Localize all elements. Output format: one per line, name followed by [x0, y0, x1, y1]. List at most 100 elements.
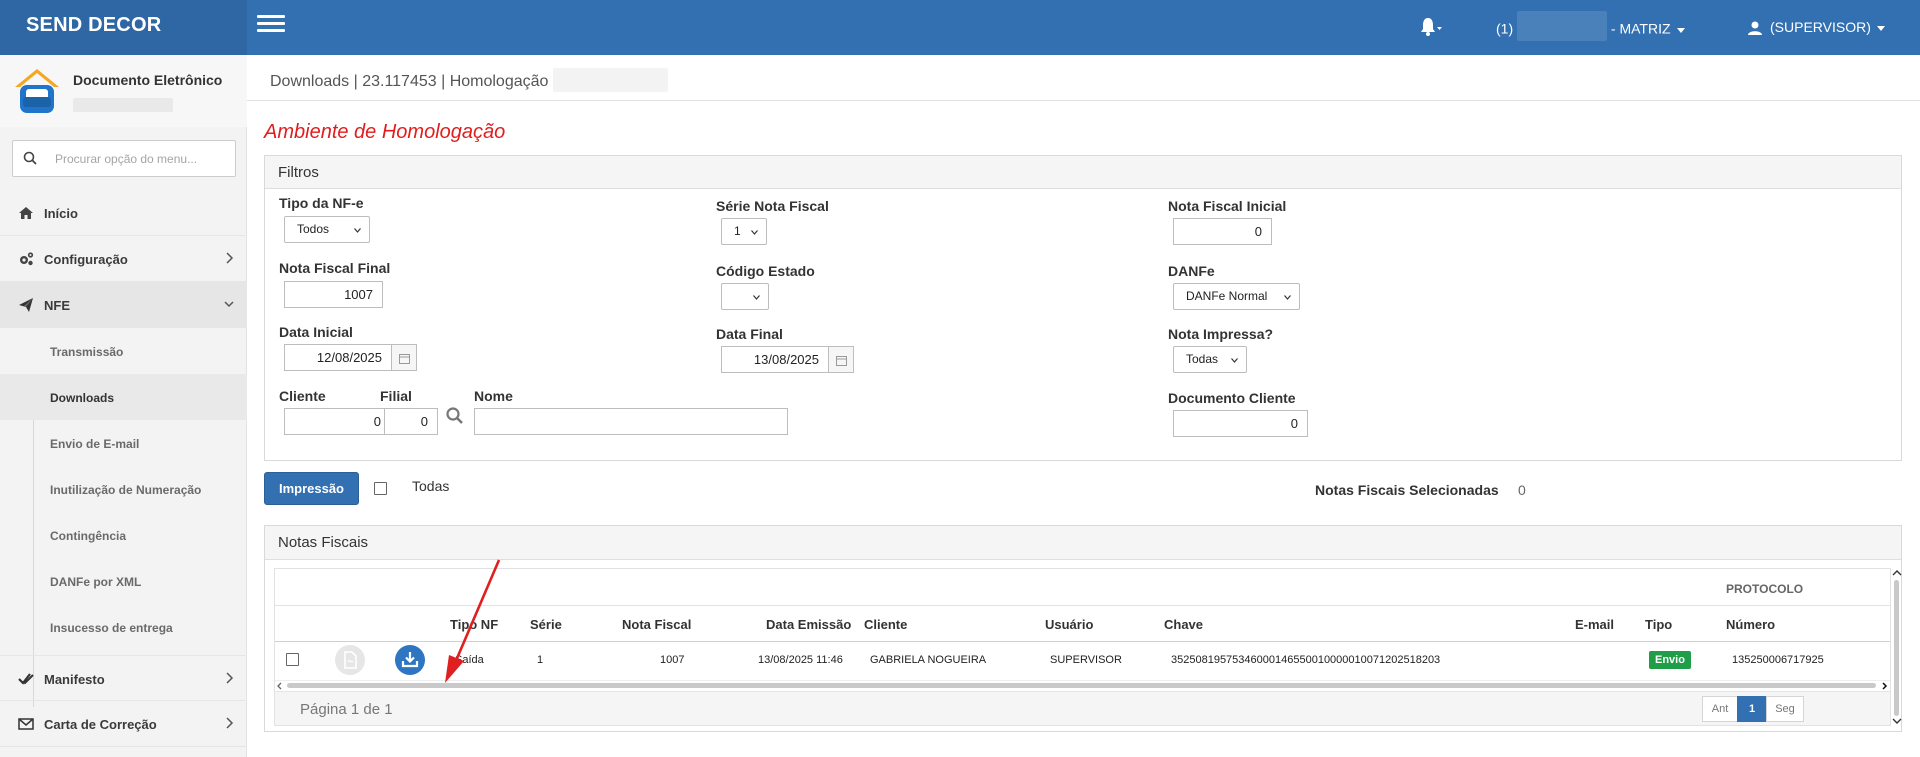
user-menu[interactable]: (SUPERVISOR)	[1748, 19, 1885, 36]
serie-label: Série Nota Fiscal	[716, 198, 829, 214]
select-all-checkbox[interactable]	[374, 482, 387, 495]
cliente-input[interactable]: 0	[284, 408, 391, 435]
brand-logo[interactable]: SEND DECOR	[0, 0, 247, 55]
notification-bell-icon[interactable]	[1418, 15, 1444, 39]
print-button[interactable]: Impressão	[264, 472, 359, 505]
col-numero[interactable]: Número	[1726, 617, 1775, 632]
col-chave[interactable]: Chave	[1164, 617, 1203, 632]
codigo-estado-select[interactable]	[721, 283, 769, 310]
chevron-right-icon[interactable]	[1880, 682, 1888, 690]
col-nota-fiscal[interactable]: Nota Fiscal	[622, 617, 691, 632]
chevron-down-icon[interactable]	[1892, 717, 1902, 725]
page-info: Página 1 de 1	[300, 701, 393, 718]
documento-cliente-input[interactable]: 0	[1173, 410, 1308, 437]
environment-title: Ambiente de Homologação	[264, 121, 506, 143]
submenu-item-inutilizacao[interactable]: Inutilização de Numeração	[0, 466, 247, 512]
vertical-scrollbar[interactable]	[1892, 568, 1902, 726]
main-content: Downloads | 23.117453 | Homologação Ambi…	[247, 55, 1920, 757]
sidebar-item-manifesto[interactable]: Manifesto	[0, 655, 247, 701]
gears-icon	[20, 252, 34, 266]
table-row[interactable]: Saída 1 1007 13/08/2025 11:46 GABRIELA N…	[275, 642, 1890, 679]
chevron-right-icon	[226, 672, 234, 684]
sidebar-item-label: Configuração	[44, 252, 128, 267]
calendar-icon[interactable]	[828, 346, 854, 373]
submenu-item-contingencia[interactable]: Contingência	[0, 512, 247, 558]
danfe-value: DANFe Normal	[1186, 289, 1268, 303]
data-final-input[interactable]: 13/08/2025	[721, 346, 829, 373]
menu-search-input[interactable]	[55, 149, 225, 169]
sidebar-item-nfe[interactable]: NFE	[0, 282, 247, 328]
nota-impressa-label: Nota Impressa?	[1168, 326, 1274, 342]
scrollbar-thumb[interactable]	[287, 683, 1876, 688]
submenu-item-label: Insucesso de entrega	[50, 621, 173, 635]
cell-serie: 1	[537, 654, 544, 666]
filters-panel-title: Filtros	[265, 156, 1901, 189]
status-badge: Envio	[1649, 651, 1691, 669]
col-email[interactable]: E-mail	[1575, 617, 1614, 632]
app-logo-icon	[12, 67, 62, 115]
horizontal-scrollbar[interactable]	[275, 680, 1890, 690]
cliente-label: Cliente	[279, 388, 326, 404]
chevron-left-icon[interactable]	[276, 682, 284, 690]
sidebar-item-carta-correcao[interactable]: Carta de Correção	[0, 701, 247, 747]
serie-select[interactable]: 1	[721, 218, 767, 245]
submenu-item-danfe-xml[interactable]: DANFe por XML	[0, 558, 247, 604]
scrollbar-thumb[interactable]	[1894, 580, 1899, 716]
sidebar-title: Documento Eletrônico	[73, 72, 223, 88]
tipo-nfe-select[interactable]: Todos	[284, 216, 370, 243]
table-footer: Página 1 de 1 Ant 1 Seg	[275, 691, 1890, 725]
filial-input[interactable]: 0	[384, 408, 438, 435]
chevron-right-icon	[226, 717, 234, 729]
sidebar-item-configuracao[interactable]: Configuração	[0, 236, 247, 282]
col-tipo[interactable]: Tipo	[1645, 617, 1672, 632]
sidebar: Documento Eletrônico Início Configuração…	[0, 55, 247, 757]
hamburger-menu-icon[interactable]	[257, 15, 285, 37]
sidebar-item-label: Manifesto	[44, 672, 105, 687]
col-serie[interactable]: Série	[530, 617, 562, 632]
sidebar-item-label: NFE	[44, 298, 70, 313]
filial-label: Filial	[380, 388, 412, 404]
pager-next-button[interactable]: Seg	[1766, 696, 1804, 722]
submenu-item-insucesso[interactable]: Insucesso de entrega	[0, 604, 247, 650]
cell-cliente: GABRIELA NOGUEIRA	[870, 654, 987, 666]
chevron-up-icon[interactable]	[1892, 569, 1902, 577]
chevron-down-icon	[1876, 25, 1885, 31]
submenu-item-label: Contingência	[50, 529, 127, 543]
sidebar-item-inicio[interactable]: Início	[0, 190, 247, 236]
data-inicial-label: Data Inicial	[279, 324, 353, 340]
data-inicial-input[interactable]: 12/08/2025	[284, 344, 392, 371]
danfe-select[interactable]: DANFe Normal	[1173, 283, 1300, 310]
nf-final-input[interactable]: 1007	[284, 281, 383, 308]
chevron-down-icon	[751, 230, 758, 235]
cell-nota-fiscal: 1007	[660, 654, 685, 666]
submenu-item-envio-email[interactable]: Envio de E-mail	[0, 420, 247, 466]
cell-chave: 3525081957534600014655001000001007120251…	[1171, 654, 1441, 666]
row-checkbox[interactable]	[286, 653, 299, 666]
tipo-nfe-label: Tipo da NF-e	[279, 195, 364, 211]
pdf-file-icon[interactable]	[335, 645, 365, 675]
nf-final-label: Nota Fiscal Final	[279, 260, 391, 276]
nome-input[interactable]	[474, 408, 788, 435]
company-name-redacted	[1517, 11, 1608, 41]
calendar-icon[interactable]	[391, 344, 417, 371]
pager-page-1-button[interactable]: 1	[1737, 696, 1767, 722]
annotation-arrow-icon	[445, 559, 501, 683]
submenu-item-transmissao[interactable]: Transmissão	[0, 328, 247, 374]
col-cliente[interactable]: Cliente	[864, 617, 907, 632]
nf-inicial-input[interactable]: 0	[1173, 218, 1272, 245]
cell-data-emissao: 13/08/2025 11:46	[758, 654, 843, 666]
company-selector[interactable]: (1) - MATRIZ	[1496, 11, 1685, 41]
search-icon[interactable]	[445, 406, 465, 426]
submenu-item-downloads[interactable]: Downloads	[0, 374, 247, 420]
cell-usuario: SUPERVISOR	[1050, 654, 1122, 666]
cell-numero: 135250006717925	[1732, 654, 1824, 666]
nota-impressa-select[interactable]: Todas	[1173, 346, 1247, 373]
chevron-down-icon	[354, 228, 361, 233]
menu-search	[12, 140, 236, 177]
pager-prev-button[interactable]: Ant	[1702, 696, 1738, 722]
col-usuario[interactable]: Usuário	[1045, 617, 1093, 632]
col-data-emissao[interactable]: Data Emissão	[766, 617, 851, 632]
danfe-label: DANFe	[1168, 263, 1215, 279]
codigo-estado-label: Código Estado	[716, 263, 815, 279]
chevron-down-icon	[1676, 27, 1685, 33]
